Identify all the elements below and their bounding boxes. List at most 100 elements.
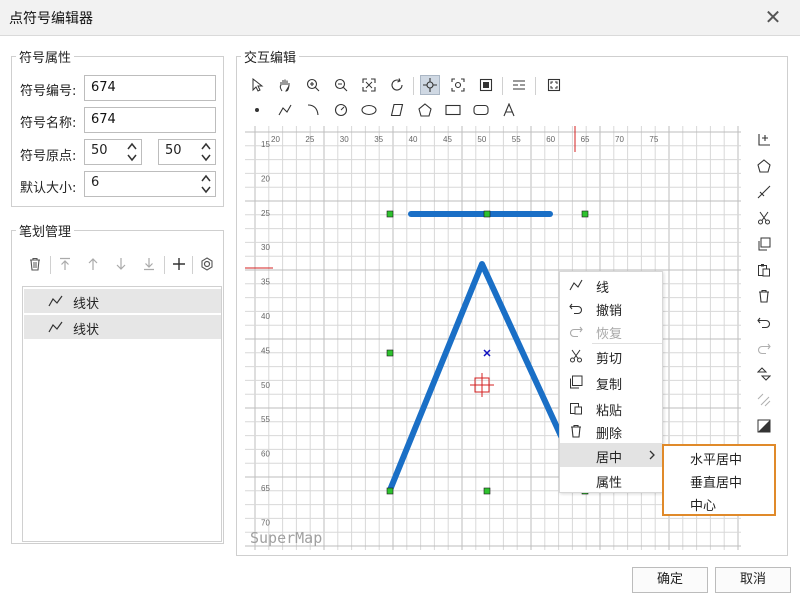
ruler-tick-label: 60	[261, 450, 270, 459]
spin-arrows-icon[interactable]	[126, 141, 138, 163]
circle-tool-icon[interactable]	[331, 100, 351, 120]
ruler-tick-label: 25	[305, 135, 314, 144]
stroke-toolbar	[24, 254, 220, 276]
handle[interactable]	[386, 349, 394, 357]
rectangle-tool-icon[interactable]	[443, 100, 463, 120]
add-node-icon[interactable]	[754, 130, 774, 150]
ruler-tick-label: 55	[512, 135, 521, 144]
trash-icon[interactable]	[754, 286, 774, 306]
redo-icon[interactable]	[754, 338, 774, 358]
scissors-icon[interactable]	[754, 208, 774, 228]
split-icon[interactable]	[754, 182, 774, 202]
menu-item-center[interactable]: 居中	[560, 443, 662, 467]
close-icon[interactable]: ✕	[762, 6, 784, 28]
cancel-button[interactable]: 取消	[715, 567, 791, 593]
select-arrow-icon[interactable]	[247, 75, 267, 95]
ruler-tick-label: 30	[340, 135, 349, 144]
list-item[interactable]: 线状	[24, 315, 221, 339]
handle[interactable]	[483, 210, 491, 218]
submenu-item-center[interactable]: 中心	[664, 492, 772, 515]
edit-node-icon[interactable]	[754, 156, 774, 176]
polygon-tool-icon[interactable]	[415, 100, 435, 120]
move-top-icon[interactable]	[58, 257, 72, 271]
menu-item-line[interactable]: 线	[560, 273, 662, 297]
ruler-tick-label: 70	[615, 135, 624, 144]
handle[interactable]	[386, 487, 394, 495]
watermark: SuperMap	[250, 529, 322, 547]
point-tool-icon[interactable]	[247, 100, 267, 120]
ok-button[interactable]: 确定	[632, 567, 708, 593]
ruler-tick-label: 65	[261, 484, 270, 493]
separator	[50, 256, 51, 274]
ruler-tick-label: 40	[409, 135, 418, 144]
origin-x-stepper[interactable]: 50	[84, 139, 142, 165]
mirror-icon[interactable]	[754, 390, 774, 410]
full-extent-icon[interactable]	[544, 75, 564, 95]
move-bottom-icon[interactable]	[142, 257, 156, 271]
menu-item-undo[interactable]: 撤销	[560, 296, 662, 320]
separator	[413, 77, 414, 95]
fit-view-icon[interactable]	[359, 75, 379, 95]
ruler-tick-label: 60	[546, 135, 555, 144]
handle[interactable]	[483, 487, 491, 495]
submenu-item-vertical-center[interactable]: 垂直居中	[664, 469, 772, 492]
spin-arrows-icon[interactable]	[200, 173, 212, 195]
default-size-stepper[interactable]: 6	[84, 171, 216, 197]
add-icon[interactable]	[172, 257, 186, 271]
zoom-out-icon[interactable]	[331, 75, 351, 95]
polyline-icon	[569, 279, 583, 291]
ruler-tick-label: 25	[261, 209, 270, 218]
rounded-rect-tool-icon[interactable]	[471, 100, 491, 120]
context-menu: 线 撤销 恢复 剪切 复制 粘贴 删除 居中 属性	[559, 271, 663, 493]
trash-icon[interactable]	[28, 257, 42, 271]
menu-item-properties[interactable]: 属性	[560, 468, 662, 492]
ellipse-tool-icon[interactable]	[359, 100, 379, 120]
menu-item-paste[interactable]: 粘贴	[560, 396, 662, 420]
ruler-tick-label: 50	[477, 135, 486, 144]
ruler-tick-label: 55	[261, 415, 270, 424]
polyline-tool-icon[interactable]	[275, 100, 295, 120]
pan-hand-icon[interactable]	[275, 75, 295, 95]
trash-icon	[571, 424, 581, 438]
copy-icon[interactable]	[754, 234, 774, 254]
fill-square-icon[interactable]	[476, 75, 496, 95]
undo-icon[interactable]	[754, 312, 774, 332]
menu-item-cut[interactable]: 剪切	[560, 344, 662, 368]
parallelogram-tool-icon[interactable]	[387, 100, 407, 120]
paste-icon[interactable]	[754, 260, 774, 280]
ruler-tick-label: 20	[271, 135, 280, 144]
symbol-name-label: 符号名称:	[20, 116, 77, 131]
ruler-tick-label: 30	[261, 243, 270, 252]
handle[interactable]	[386, 210, 394, 218]
fill-icon[interactable]	[754, 416, 774, 436]
flip-icon[interactable]	[754, 364, 774, 384]
refresh-icon[interactable]	[387, 75, 407, 95]
default-size-value: 6	[91, 175, 100, 190]
menu-item-delete[interactable]: 删除	[560, 419, 662, 443]
arc-tool-icon[interactable]	[303, 100, 323, 120]
move-up-icon[interactable]	[86, 257, 100, 271]
default-size-label: 默认大小:	[20, 181, 77, 196]
list-item[interactable]: 线状	[24, 289, 221, 313]
spin-arrows-icon[interactable]	[200, 141, 212, 163]
move-down-icon[interactable]	[114, 257, 128, 271]
align-lines-icon[interactable]	[509, 75, 529, 95]
symbol-name-field[interactable]: 674	[84, 107, 216, 133]
handle[interactable]	[581, 210, 589, 218]
snap-point-icon[interactable]	[420, 75, 440, 95]
menu-item-redo[interactable]: 恢复	[560, 319, 662, 343]
zoom-in-icon[interactable]	[303, 75, 323, 95]
undo-icon	[569, 303, 583, 315]
submenu-item-horizontal-center[interactable]: 水平居中	[664, 446, 772, 469]
menu-item-label: 居中	[596, 451, 623, 466]
symbol-id-field[interactable]: 674	[84, 75, 216, 101]
text-tool-icon[interactable]	[499, 100, 519, 120]
menu-item-copy[interactable]: 复制	[560, 370, 662, 394]
snap-frame-icon[interactable]	[448, 75, 468, 95]
list-item-label: 线状	[73, 297, 100, 312]
origin-y-stepper[interactable]: 50	[158, 139, 216, 165]
settings-icon[interactable]	[200, 257, 214, 271]
chevron-right-icon	[649, 450, 655, 460]
polyline-icon	[48, 321, 63, 333]
symbol-id-label: 符号编号:	[20, 84, 77, 99]
